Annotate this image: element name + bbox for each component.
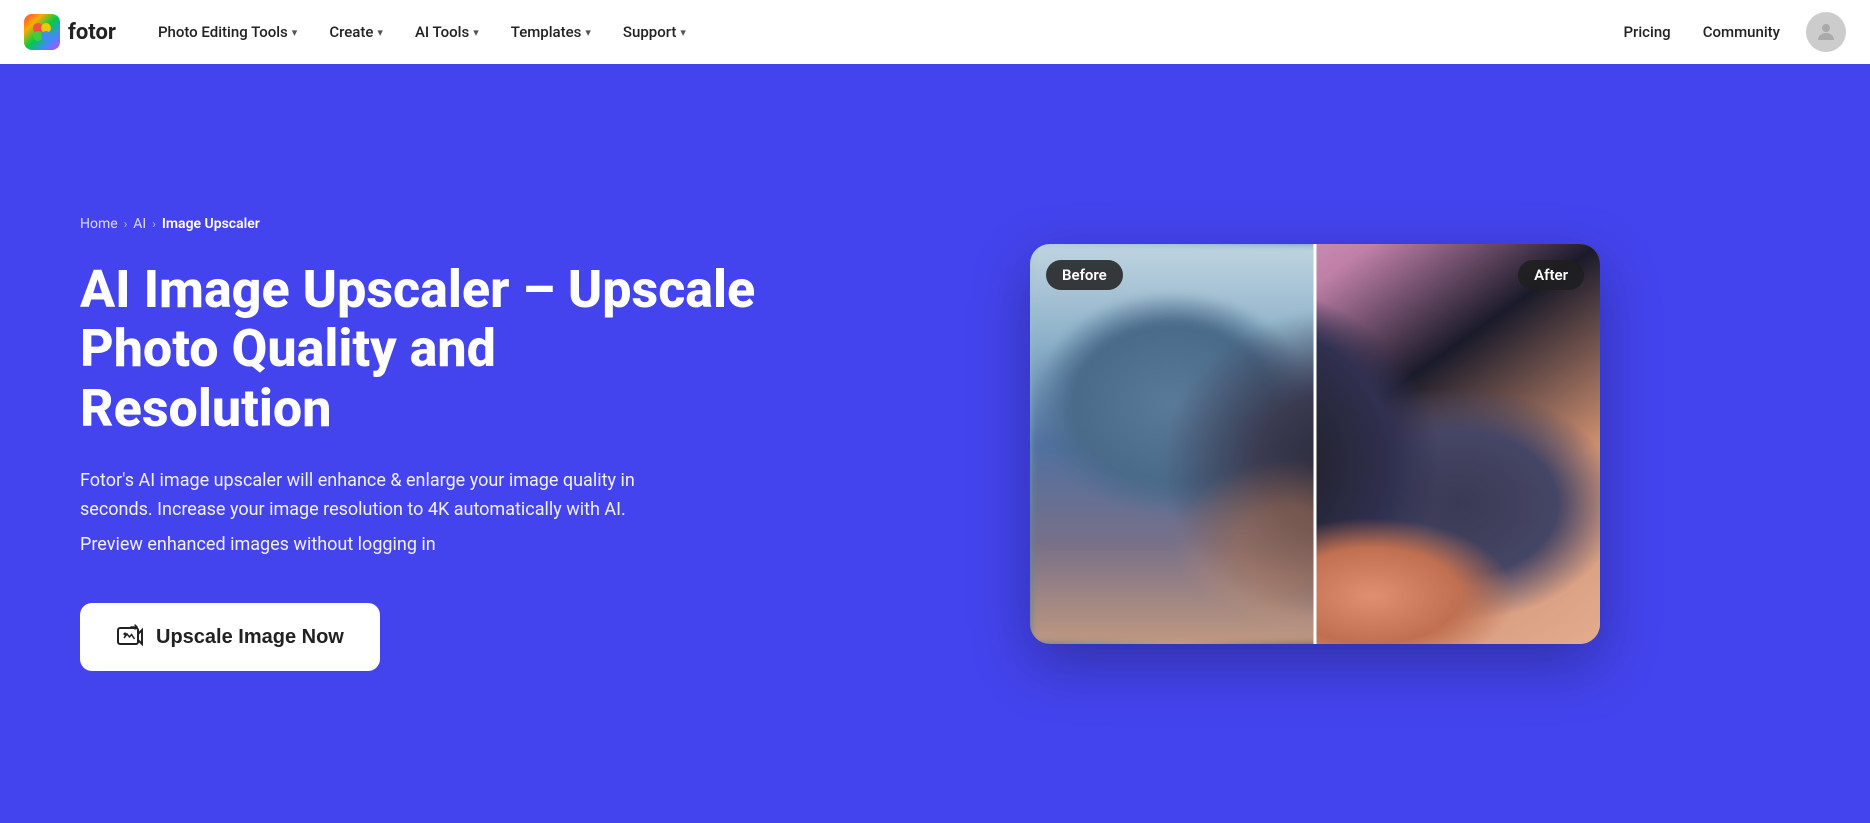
breadcrumb: Home › AI › Image Upscaler: [80, 216, 760, 232]
after-label: After: [1518, 260, 1584, 290]
hero-section: Home › AI › Image Upscaler AI Image Upsc…: [0, 64, 1870, 823]
hero-description: Fotor's AI image upscaler will enhance &…: [80, 467, 700, 525]
hero-sub-description: Preview enhanced images without logging …: [80, 534, 760, 555]
breadcrumb-sep-2: ›: [152, 217, 156, 231]
after-image-content: [1315, 244, 1600, 644]
user-avatar[interactable]: [1806, 12, 1846, 52]
logo-icon: [24, 14, 60, 50]
image-before: [1030, 244, 1315, 644]
nav-item-ai-tools[interactable]: AI Tools ▾: [401, 15, 493, 49]
before-image-content: [1030, 244, 1315, 644]
logo-link[interactable]: fotor: [24, 14, 116, 50]
chevron-down-icon: ▾: [473, 26, 479, 39]
breadcrumb-sep-1: ›: [124, 217, 128, 231]
image-comparison-container: Before After: [1030, 244, 1600, 644]
breadcrumb-current: Image Upscaler: [162, 216, 260, 232]
chevron-down-icon: ▾: [377, 26, 383, 39]
upscale-cta-button[interactable]: Upscale Image Now: [80, 603, 380, 671]
chevron-down-icon: ▾: [680, 26, 686, 39]
nav-link-community[interactable]: Community: [1697, 15, 1786, 49]
breadcrumb-ai[interactable]: AI: [133, 216, 146, 232]
hero-title: AI Image Upscaler – Upscale Photo Qualit…: [80, 260, 760, 439]
upscale-icon: [116, 623, 144, 651]
nav-item-photo-editing[interactable]: Photo Editing Tools ▾: [144, 15, 311, 49]
hero-image-compare: Before After: [840, 244, 1790, 644]
nav-item-support[interactable]: Support ▾: [609, 15, 700, 49]
compare-divider: [1314, 244, 1317, 644]
nav-item-templates[interactable]: Templates ▾: [497, 15, 605, 49]
image-after: [1315, 244, 1600, 644]
brand-name: fotor: [68, 20, 116, 45]
nav-right: Pricing Community: [1617, 12, 1846, 52]
nav-item-create[interactable]: Create ▾: [315, 15, 397, 49]
cta-label: Upscale Image Now: [156, 626, 344, 649]
chevron-down-icon: ▾: [292, 26, 298, 39]
breadcrumb-home[interactable]: Home: [80, 216, 118, 232]
before-label: Before: [1046, 260, 1123, 290]
nav-link-pricing[interactable]: Pricing: [1617, 15, 1676, 49]
nav-items: Photo Editing Tools ▾ Create ▾ AI Tools …: [144, 15, 1618, 49]
hero-left: Home › AI › Image Upscaler AI Image Upsc…: [80, 216, 760, 672]
chevron-down-icon: ▾: [585, 26, 591, 39]
navbar: fotor Photo Editing Tools ▾ Create ▾ AI …: [0, 0, 1870, 64]
